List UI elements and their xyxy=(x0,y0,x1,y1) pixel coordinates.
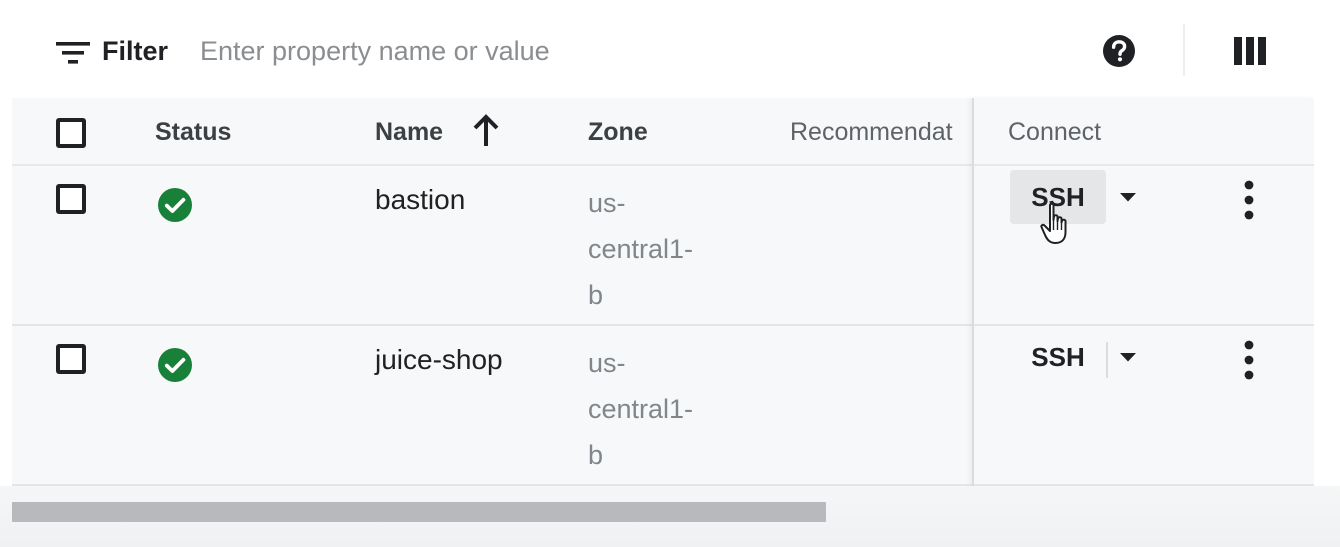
column-display-icon[interactable] xyxy=(1234,37,1266,65)
help-icon[interactable] xyxy=(1102,34,1136,68)
filter-bar: Filter xyxy=(0,0,1340,100)
zone-line: central1- xyxy=(588,234,694,264)
table-header-row: Status Name Zone Recommendat Connect xyxy=(12,98,1314,166)
filter-input[interactable] xyxy=(200,30,840,72)
instance-zone: us- central1- b xyxy=(588,180,738,318)
ssh-button[interactable]: SSH xyxy=(1010,330,1106,384)
column-header-recommendation[interactable]: Recommendat xyxy=(790,116,970,148)
ssh-dropdown-button[interactable] xyxy=(1112,176,1144,220)
zone-line: us- xyxy=(588,348,626,378)
ssh-dropdown-button[interactable] xyxy=(1112,336,1144,380)
zone-line: b xyxy=(588,280,604,310)
filter-list-icon[interactable] xyxy=(56,42,90,64)
instance-zone: us- central1- b xyxy=(588,340,738,478)
hand-pointer-icon xyxy=(1038,202,1072,246)
instance-name[interactable]: bastion xyxy=(375,182,465,218)
ssh-split-divider xyxy=(1106,342,1108,378)
table-row: bastion us- central1- b SSH xyxy=(12,166,1314,326)
filter-label[interactable]: Filter xyxy=(102,33,168,69)
arrow-drop-down-icon xyxy=(1120,353,1136,362)
zone-line: us- xyxy=(588,188,626,218)
toolbar-divider xyxy=(1183,24,1185,76)
arrow-drop-down-icon xyxy=(1120,193,1136,202)
more-vert-icon[interactable] xyxy=(1234,178,1264,222)
zone-line: b xyxy=(588,440,604,470)
row-checkbox[interactable] xyxy=(56,344,86,374)
arrow-up-icon[interactable] xyxy=(472,114,500,148)
row-checkbox[interactable] xyxy=(56,184,86,214)
zone-line: central1- xyxy=(588,394,694,424)
column-header-status[interactable]: Status xyxy=(155,116,231,148)
column-header-zone[interactable]: Zone xyxy=(588,116,648,148)
check-circle-icon xyxy=(158,348,192,382)
check-circle-icon xyxy=(158,188,192,222)
instance-name[interactable]: juice-shop xyxy=(375,342,503,378)
column-header-name[interactable]: Name xyxy=(375,116,443,148)
vm-instances-table: Status Name Zone Recommendat Connect bas… xyxy=(12,98,1314,498)
horizontal-scrollbar[interactable] xyxy=(0,486,1340,547)
column-header-connect: Connect xyxy=(1008,118,1102,146)
more-vert-icon[interactable] xyxy=(1234,338,1264,382)
scrollbar-thumb[interactable] xyxy=(12,502,826,522)
select-all-checkbox[interactable] xyxy=(56,118,86,148)
table-row: juice-shop us- central1- b SSH xyxy=(12,326,1314,486)
